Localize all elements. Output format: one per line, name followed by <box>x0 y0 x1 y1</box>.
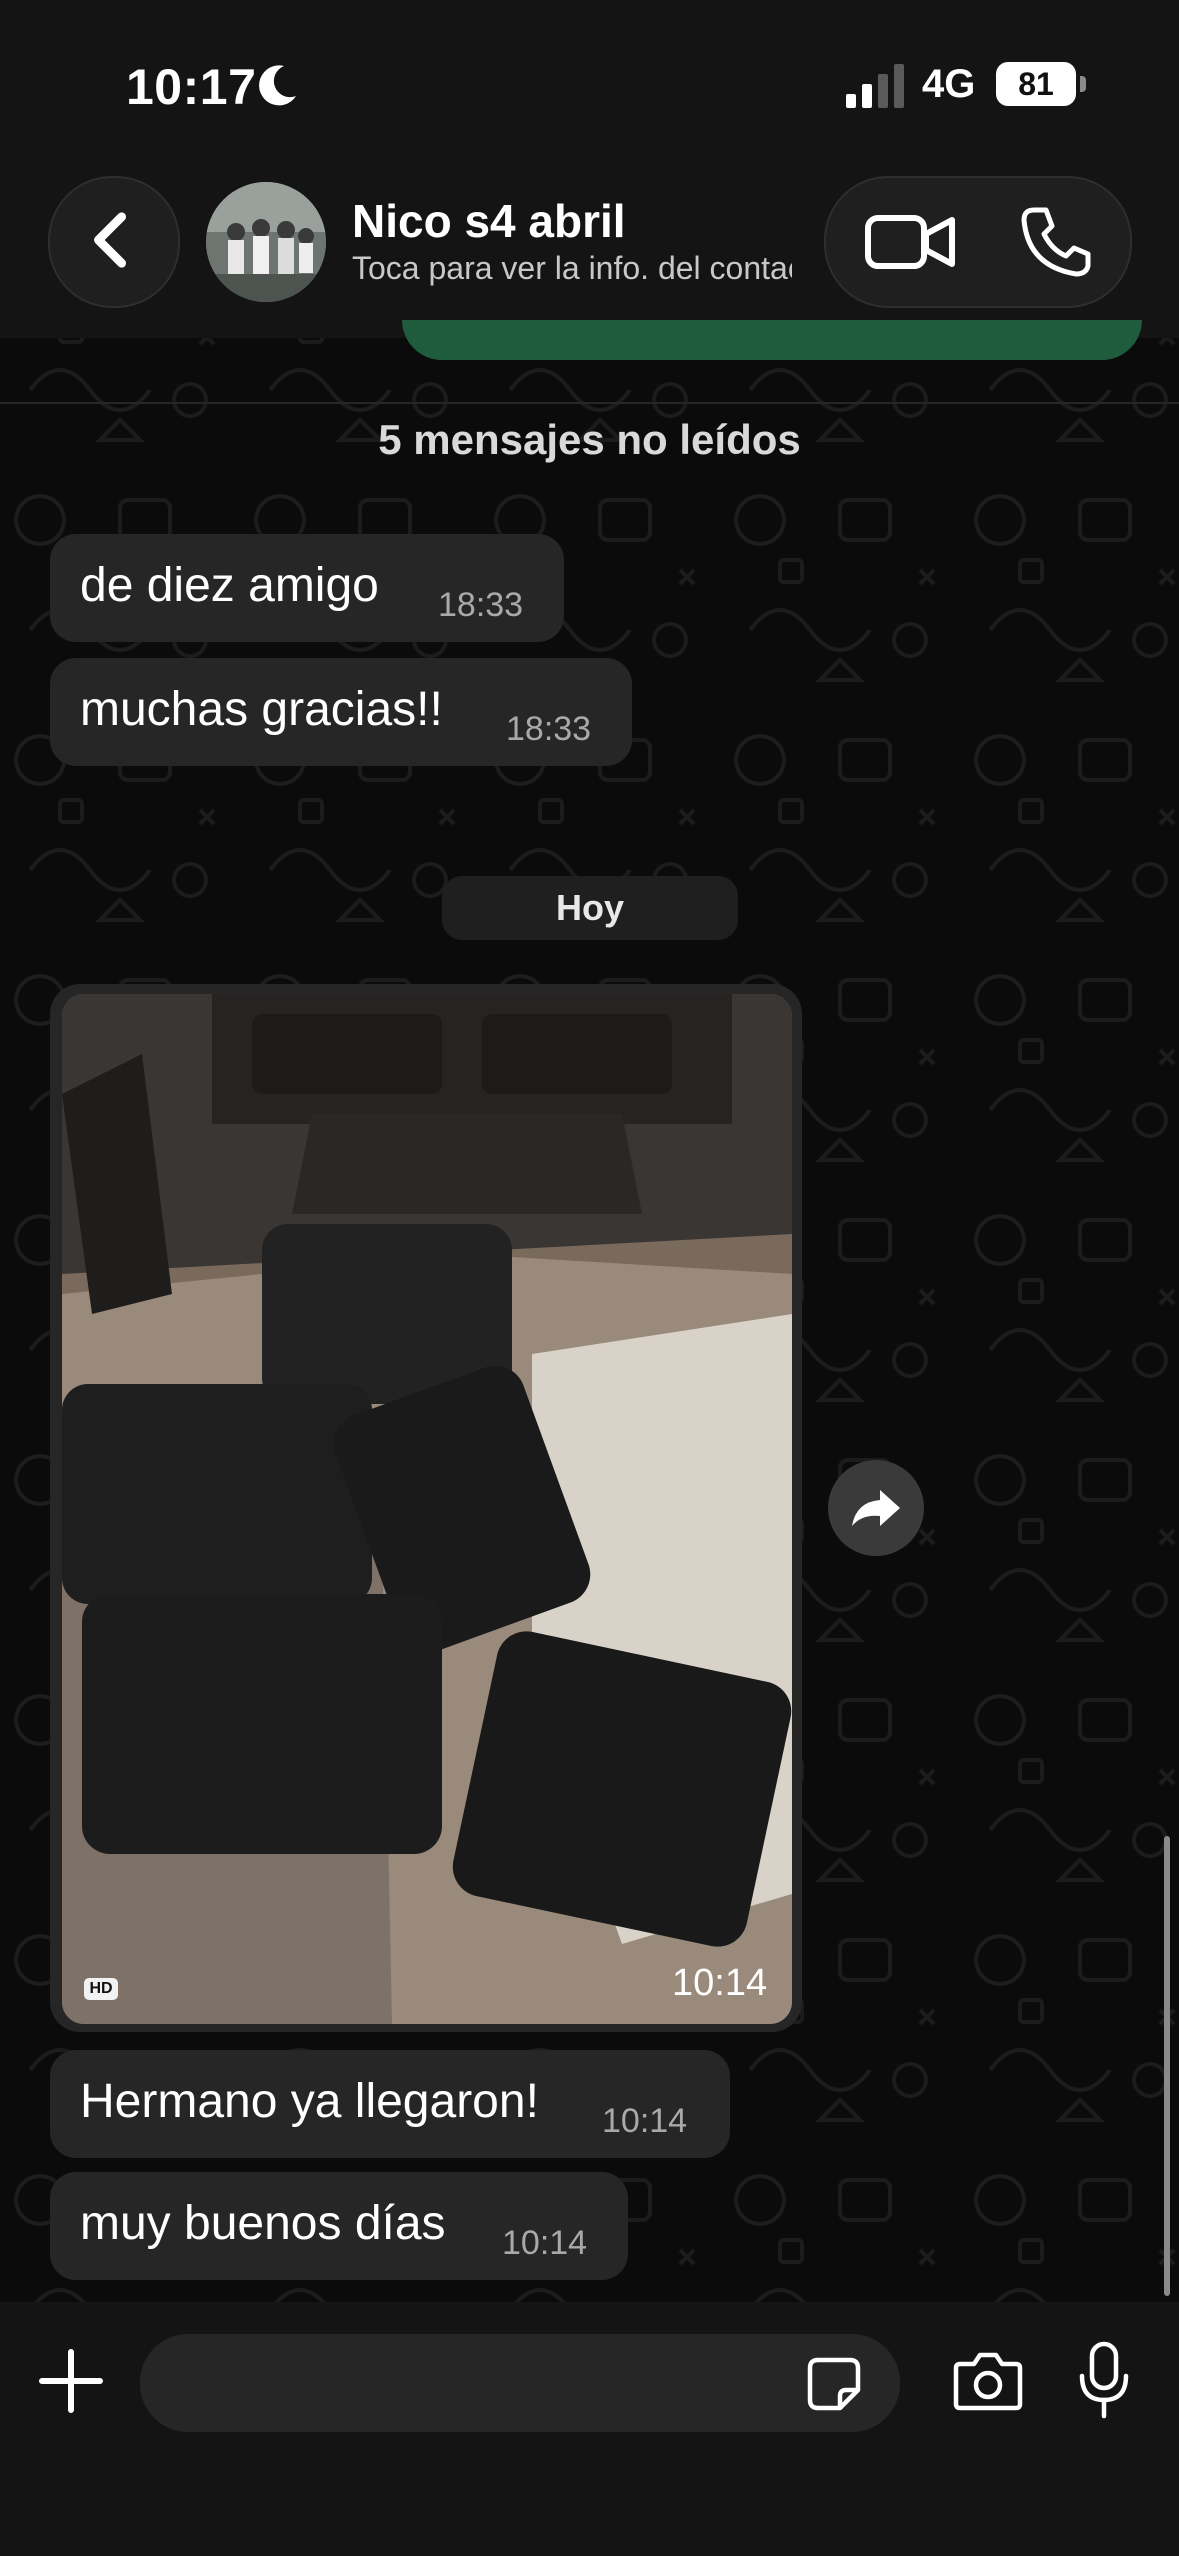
message-time: 10:14 <box>602 2102 688 2140</box>
battery-nub <box>1080 76 1086 92</box>
message-text: de diez amigo <box>80 559 379 612</box>
image-message-photo[interactable] <box>62 994 792 2024</box>
camera-icon[interactable] <box>952 2350 1024 2412</box>
chat-header: Nico s4 abril Toca para ver la info. del… <box>0 170 1179 338</box>
network-type: 4G <box>922 62 976 106</box>
forward-button[interactable] <box>828 1460 924 1556</box>
video-call-button[interactable] <box>862 202 962 282</box>
message-time: 18:33 <box>506 710 592 748</box>
sticker-icon[interactable] <box>806 2356 862 2412</box>
message-text: Hermano ya llegaron! <box>80 2075 539 2128</box>
unread-messages-label: 5 mensajes no leídos <box>378 416 801 463</box>
voice-call-button[interactable] <box>1016 202 1096 282</box>
contact-avatar[interactable] <box>206 182 326 302</box>
message-text: muy buenos días <box>80 2197 446 2250</box>
message-text: muchas gracias!! <box>80 683 443 736</box>
moon-icon <box>259 65 296 106</box>
contact-name[interactable]: Nico s4 abril <box>352 194 626 248</box>
bags-photo <box>62 994 792 2024</box>
status-bar: 10:17 4G 81 <box>0 0 1179 170</box>
chat-scrollbar[interactable] <box>1164 1836 1170 2296</box>
message-input[interactable] <box>140 2334 900 2432</box>
hd-badge: HD <box>84 1978 118 2000</box>
previous-own-message-edge <box>402 320 1142 360</box>
plus-icon[interactable] <box>36 2346 106 2416</box>
contact-subtitle[interactable]: Toca para ver la info. del contacto <box>352 250 792 287</box>
message-bubble[interactable]: Hermano ya llegaron! 10:14 <box>50 2050 730 2158</box>
signal-icon <box>846 64 904 108</box>
message-bubble[interactable]: de diez amigo 18:33 <box>50 534 564 642</box>
message-time: 10:14 <box>502 2224 588 2262</box>
status-time: 10:17 <box>126 59 257 115</box>
microphone-icon[interactable] <box>1076 2340 1132 2420</box>
day-separator: Hoy <box>442 876 738 940</box>
image-message-time: 10:14 <box>672 1962 768 2004</box>
chevron-left-icon <box>94 212 127 268</box>
message-bubble[interactable]: muy buenos días 10:14 <box>50 2172 628 2280</box>
back-button[interactable] <box>48 176 180 308</box>
avatar-image <box>206 182 326 302</box>
message-bubble[interactable]: muchas gracias!! 18:33 <box>50 658 632 766</box>
forward-icon <box>852 1490 900 1526</box>
header-divider <box>0 402 1179 404</box>
message-time: 18:33 <box>438 586 524 624</box>
battery-indicator: 81 <box>996 62 1076 106</box>
call-actions <box>824 176 1132 308</box>
